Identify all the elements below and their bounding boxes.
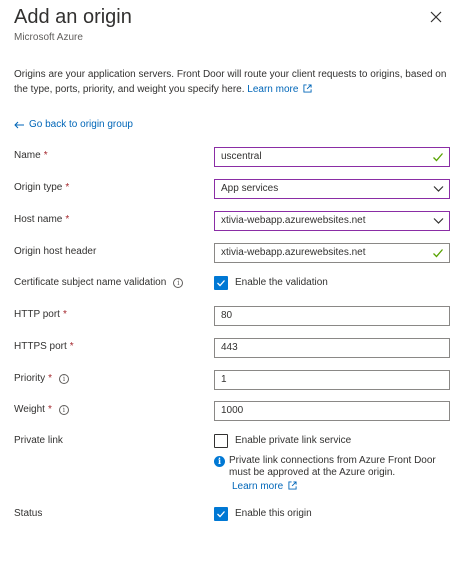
arrow-left-icon xyxy=(14,121,24,128)
https-port-input[interactable]: 443 xyxy=(214,338,450,358)
name-row: Name * uscentral xyxy=(14,147,454,167)
weight-row: Weight * i 1000 xyxy=(14,401,454,421)
private-link-info: i Private link connections from Azure Fr… xyxy=(214,455,454,493)
back-link-label[interactable]: Go back to origin group xyxy=(29,119,133,130)
panel-title: Add an origin xyxy=(14,6,132,28)
https-port-label: HTTPS port * xyxy=(14,341,74,352)
external-link-icon xyxy=(288,481,297,490)
https-port-value: 443 xyxy=(221,342,238,353)
origin-type-value: App services xyxy=(221,183,279,194)
priority-input[interactable]: 1 xyxy=(214,370,450,390)
host-name-label: Host name * xyxy=(14,214,70,225)
intro-text: Origins are your application servers. Fr… xyxy=(14,67,454,97)
private-link-checkbox-label[interactable]: Enable private link service xyxy=(235,435,351,446)
info-icon[interactable]: i xyxy=(173,277,184,288)
intro-description: Origins are your application servers. Fr… xyxy=(14,69,447,95)
cert-validation-label: Certificate subject name validation i xyxy=(14,277,184,288)
origin-host-header-value: xtivia-webapp.azurewebsites.net xyxy=(221,247,366,258)
http-port-label: HTTP port * xyxy=(14,309,67,320)
chevron-down-icon xyxy=(433,218,444,224)
name-value: uscentral xyxy=(221,151,262,162)
checkbox-check-icon xyxy=(217,511,225,518)
cert-validation-row: Certificate subject name validation i En… xyxy=(14,274,454,294)
checkmark-icon xyxy=(433,153,443,162)
http-port-row: HTTP port * 80 xyxy=(14,306,454,326)
checkbox-check-icon xyxy=(217,280,225,287)
status-checkbox[interactable] xyxy=(214,507,228,521)
learn-more-label[interactable]: Learn more xyxy=(247,84,298,95)
name-label: Name * xyxy=(14,150,48,161)
weight-input[interactable]: 1000 xyxy=(214,401,450,421)
http-port-input[interactable]: 80 xyxy=(214,306,450,326)
private-link-checkbox[interactable] xyxy=(214,434,228,448)
status-label: Status xyxy=(14,508,43,519)
cert-validation-checkbox-label[interactable]: Enable the validation xyxy=(235,277,328,288)
origin-type-select[interactable]: App services xyxy=(214,179,450,199)
external-link-icon xyxy=(303,84,312,93)
panel-subtitle: Microsoft Azure xyxy=(14,32,83,43)
private-link-row: Private link Enable private link service xyxy=(14,432,454,452)
origin-type-row: Origin type * App services xyxy=(14,179,454,199)
cert-validation-checkbox[interactable] xyxy=(214,276,228,290)
checkmark-icon xyxy=(433,249,443,258)
https-port-row: HTTPS port * 443 xyxy=(14,338,454,358)
priority-label: Priority * i xyxy=(14,373,70,384)
info-icon[interactable]: i xyxy=(59,373,70,384)
name-input[interactable]: uscentral xyxy=(214,147,450,167)
close-icon[interactable] xyxy=(427,8,445,26)
http-port-value: 80 xyxy=(221,310,233,321)
origin-type-label: Origin type * xyxy=(14,182,70,193)
origin-host-header-input[interactable]: xtivia-webapp.azurewebsites.net xyxy=(214,243,450,263)
weight-value: 1000 xyxy=(221,405,244,416)
host-name-row: Host name * xtivia-webapp.azurewebsites.n… xyxy=(14,211,454,231)
private-link-learn-more-label[interactable]: Learn more xyxy=(232,481,283,492)
origin-host-header-row: Origin host header xtivia-webapp.azurewe… xyxy=(14,243,454,263)
back-to-origin-group-link[interactable]: Go back to origin group xyxy=(14,119,133,130)
status-checkbox-label[interactable]: Enable this origin xyxy=(235,508,312,519)
status-row: Status Enable this origin xyxy=(14,505,454,525)
private-link-label: Private link xyxy=(14,435,63,446)
host-name-value: xtivia-webapp.azurewebsites.net xyxy=(221,215,366,226)
private-link-learn-more-link[interactable]: Learn more xyxy=(232,481,454,493)
host-name-select[interactable]: xtivia-webapp.azurewebsites.net xyxy=(214,211,450,231)
origin-host-header-label: Origin host header xyxy=(14,246,97,257)
info-filled-icon: i xyxy=(214,456,225,467)
info-icon[interactable]: i xyxy=(58,404,69,415)
learn-more-link[interactable]: Learn more xyxy=(247,84,312,95)
chevron-down-icon xyxy=(433,186,444,192)
weight-label: Weight * i xyxy=(14,404,69,415)
private-link-info-text: Private link connections from Azure Fron… xyxy=(229,455,436,478)
priority-value: 1 xyxy=(221,374,227,385)
priority-row: Priority * i 1 xyxy=(14,370,454,390)
